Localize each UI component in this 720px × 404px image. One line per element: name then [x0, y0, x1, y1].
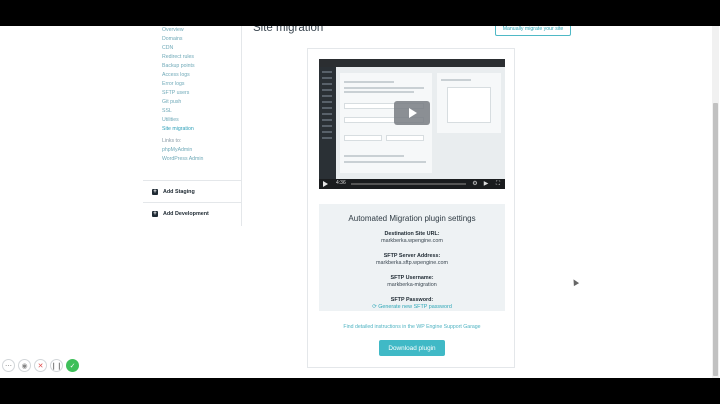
wordpress-admin-link[interactable]: WordPress Admin — [162, 155, 203, 164]
video-title-bar — [319, 59, 505, 67]
sidebar-item-cdn[interactable]: CDN — [162, 44, 195, 53]
destination-url-value: markberka.wpengine.com — [381, 238, 443, 244]
video-player[interactable]: 4:36 ⚙ ▶ ⛶ — [319, 59, 505, 189]
sidebar-item-site-migration[interactable]: Site migration — [162, 125, 195, 134]
add-development-button[interactable]: + Add Development — [143, 202, 242, 224]
sidebar: Overview Domains CDN Redirect rules Back… — [143, 26, 242, 226]
video-time: 4:36 — [336, 180, 346, 186]
sftp-server-field: SFTP Server Address: markberka.sftp.wpen… — [319, 253, 505, 267]
sftp-username-label: SFTP Username: — [390, 275, 434, 281]
sftp-server-label: SFTP Server Address: — [383, 253, 441, 259]
video-resources-panel — [437, 73, 501, 133]
sidebar-item-error-logs[interactable]: Error logs — [162, 80, 195, 89]
recorder-camera-icon[interactable]: ◉ — [18, 359, 31, 372]
add-staging-label: Add Staging — [163, 188, 195, 195]
video-play-icon[interactable] — [394, 101, 430, 125]
video-controls: 4:36 ⚙ ▶ ⛶ — [319, 179, 505, 189]
links-to-label: Links to: — [162, 138, 182, 144]
recorder-done-icon[interactable]: ✓ — [66, 359, 79, 372]
add-development-label: Add Development — [163, 210, 209, 217]
sftp-password-label: SFTP Password: — [390, 297, 434, 303]
dashboard-viewport: Overview Domains CDN Redirect rules Back… — [0, 26, 720, 378]
sidebar-item-overview[interactable]: Overview — [162, 26, 195, 35]
download-plugin-button[interactable]: Download plugin — [379, 340, 445, 356]
sidebar-nav: Overview Domains CDN Redirect rules Back… — [162, 26, 195, 134]
mouse-cursor-icon — [570, 277, 580, 287]
youtube-icon[interactable]: ▶ — [482, 180, 490, 188]
sftp-server-value: markberka.sftp.wpengine.com — [376, 260, 448, 266]
generate-password-link[interactable]: ⟳ Generate new SFTP password — [319, 304, 505, 311]
recorder-toolbar: ⋯ ◉ ✕ ❙❙ ✓ — [2, 359, 79, 372]
sidebar-item-redirect-rules[interactable]: Redirect rules — [162, 53, 195, 62]
video-wp-sidebar — [319, 67, 336, 179]
sidebar-item-backup-points[interactable]: Backup points — [162, 62, 195, 71]
plus-icon: + — [152, 210, 158, 217]
recorder-cancel-icon[interactable]: ✕ — [34, 359, 47, 372]
phpmyadmin-link[interactable]: phpMyAdmin — [162, 146, 203, 155]
sidebar-item-git-push[interactable]: Git push — [162, 98, 195, 107]
sidebar-item-utilities[interactable]: Utilities — [162, 116, 195, 125]
plugin-settings-panel: Automated Migration plugin settings Dest… — [319, 204, 505, 311]
add-staging-button[interactable]: + Add Staging — [143, 180, 242, 202]
sftp-password-field: SFTP Password: ⟳ Generate new SFTP passw… — [319, 297, 505, 311]
manually-migrate-button[interactable]: Manually migrate your site — [495, 26, 571, 36]
recorder-menu-icon[interactable]: ⋯ — [2, 359, 15, 372]
destination-url-label: Destination Site URL: — [384, 231, 440, 237]
links-to-block: Links to: phpMyAdmin WordPress Admin — [162, 137, 203, 164]
sftp-username-field: SFTP Username: markberka-migration — [319, 275, 505, 289]
generate-password-text: Generate new SFTP password — [378, 304, 452, 310]
sidebar-item-access-logs[interactable]: Access logs — [162, 71, 195, 80]
page-title: Site migration — [253, 26, 324, 34]
settings-title: Automated Migration plugin settings — [348, 214, 476, 223]
video-progress-bar[interactable] — [351, 183, 466, 185]
recorder-pause-icon[interactable]: ❙❙ — [50, 359, 63, 372]
plus-icon: + — [152, 188, 158, 195]
sidebar-item-sftp-users[interactable]: SFTP users — [162, 89, 195, 98]
settings-icon[interactable]: ⚙ — [471, 180, 479, 188]
play-icon[interactable] — [323, 181, 328, 187]
sidebar-item-ssl[interactable]: SSL — [162, 107, 195, 116]
destination-url-field: Destination Site URL: markberka.wpengine… — [319, 231, 505, 245]
sftp-username-value: markberka-migration — [387, 282, 437, 288]
support-garage-link[interactable]: Find detailed instructions in the WP Eng… — [308, 324, 516, 330]
fullscreen-icon[interactable]: ⛶ — [494, 180, 502, 188]
migration-card: 4:36 ⚙ ▶ ⛶ Automated Migration plugin se… — [307, 48, 515, 368]
scrollbar-thumb[interactable] — [713, 103, 718, 376]
sidebar-item-domains[interactable]: Domains — [162, 35, 195, 44]
